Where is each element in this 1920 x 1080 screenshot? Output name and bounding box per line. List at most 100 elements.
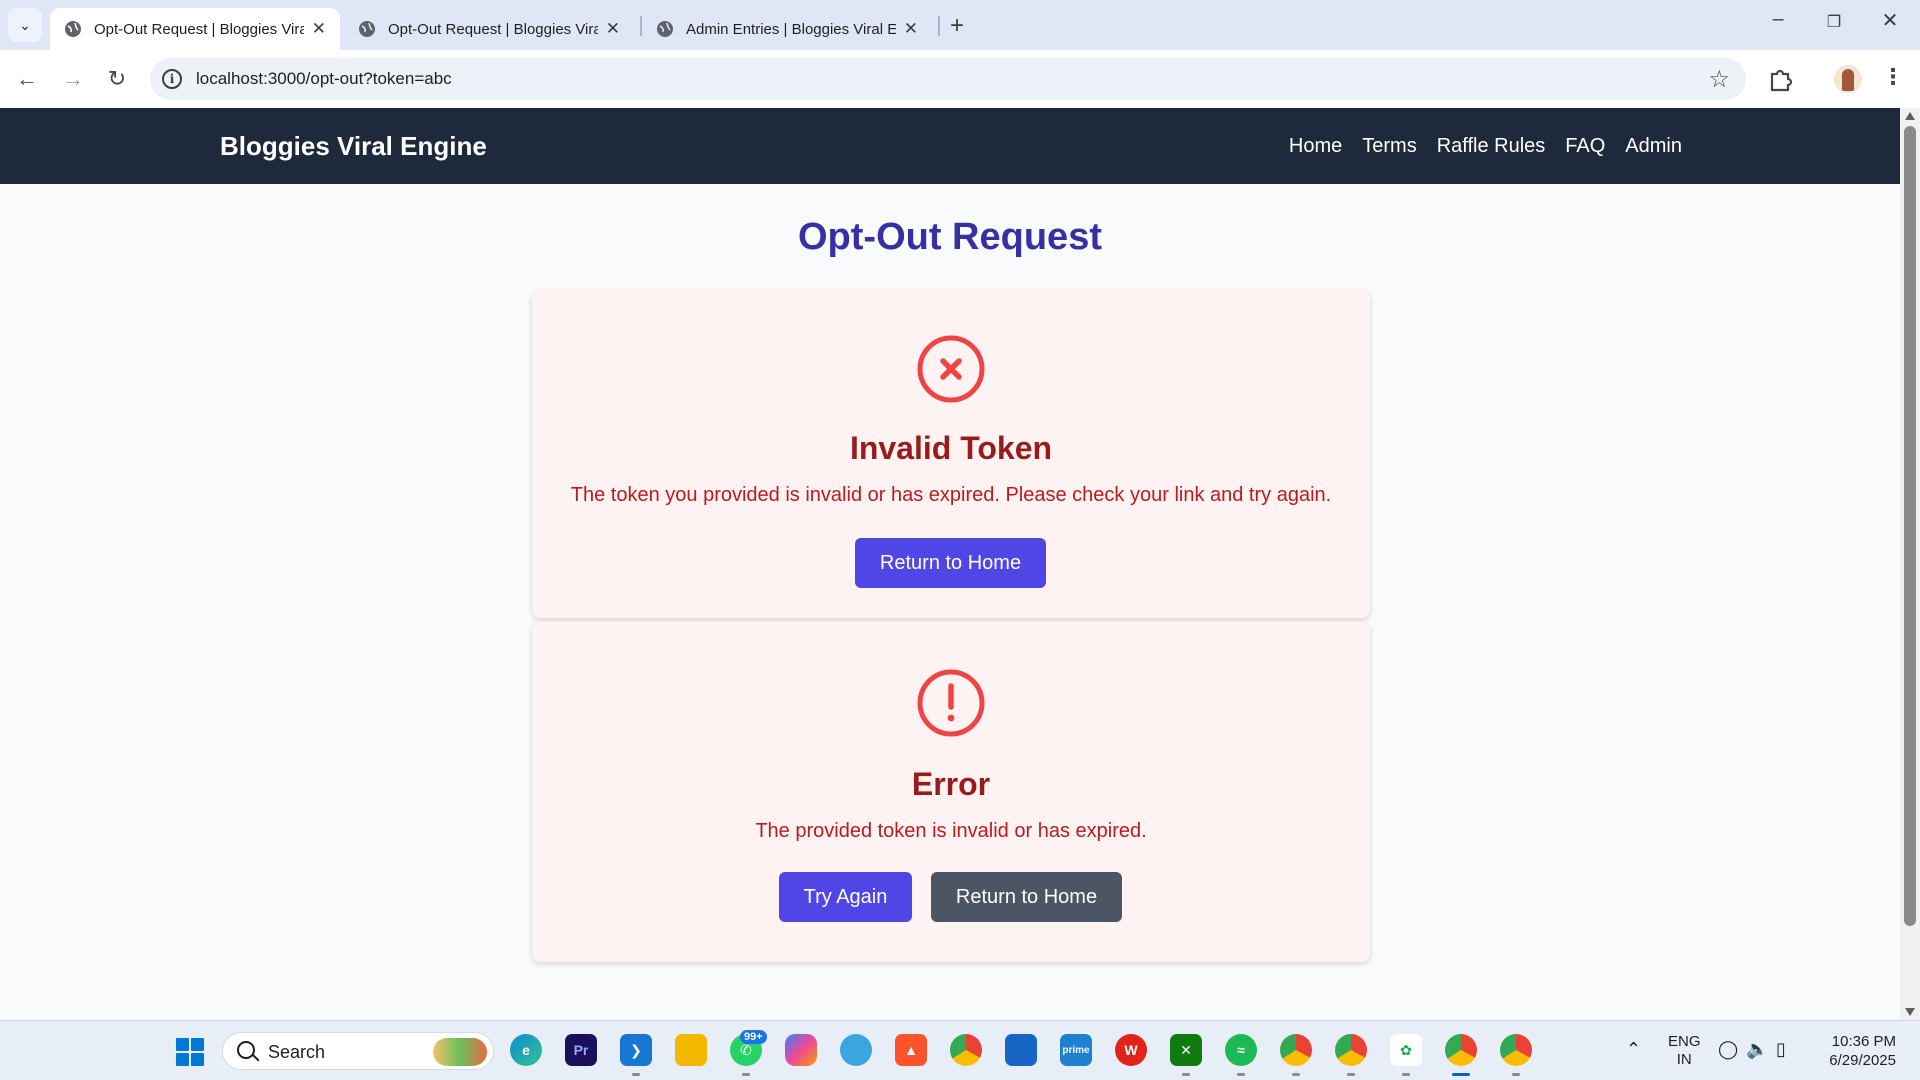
nav-admin[interactable]: Admin [1625,135,1682,158]
bookmark-star-icon[interactable]: ☆ [1708,65,1730,94]
arrow-right-icon: → [62,66,84,91]
page-title: Opt-Out Request [798,216,1102,258]
chrome-profile-b-icon[interactable] [1335,1034,1367,1066]
language-code: ENG [1668,1033,1701,1050]
running-indicator [632,1073,640,1076]
chrome-icon[interactable] [1500,1034,1532,1066]
extensions-puzzle-icon[interactable] [1766,64,1796,94]
page-scrollbar[interactable] [1900,108,1920,1020]
nav-raffle-rules[interactable]: Raffle Rules [1437,135,1546,158]
reload-icon: ↻ [107,66,127,91]
address-bar[interactable]: i localhost:3000/opt-out?token=abc ☆ [150,58,1746,100]
wps-office-icon[interactable]: W [1115,1034,1147,1066]
invalid-token-message: The token you provided is invalid or has… [570,484,1332,506]
microsoft-store-icon[interactable] [1005,1034,1037,1066]
windows-start-icon[interactable] [176,1038,204,1066]
chrome-active-icon[interactable] [1445,1034,1477,1066]
exclamation-circle-icon [917,669,985,737]
return-home-button[interactable]: Return to Home [855,538,1046,588]
brave-icon[interactable]: ▲ [895,1034,927,1066]
close-tab-icon[interactable]: ✕ [904,19,918,39]
browser-tab-strip: ⌄ Opt-Out Request | Bloggies Viral Engin… [0,0,1920,50]
nav-faq[interactable]: FAQ [1565,135,1605,158]
tab-separator [938,16,940,36]
tab-title: Opt-Out Request | Bloggies Viral Engine [388,20,598,38]
battery-icon[interactable]: ▯ [1776,1039,1786,1060]
search-icon [237,1041,255,1059]
arrow-left-icon: ← [16,66,38,91]
windows-taskbar: Search e Pr ❯ ✆ 99+ ▲ prime W ✕ ≈ ✿ ⌃ EN… [0,1020,1920,1080]
edge-icon[interactable]: e [510,1034,542,1066]
globe-icon [657,21,673,37]
running-indicator [1182,1073,1190,1076]
back-button[interactable]: ← [10,62,44,96]
globe-icon [359,21,375,37]
running-indicator [1237,1073,1245,1076]
x-circle-icon [917,335,985,403]
profile-avatar[interactable] [1834,65,1862,93]
forward-button[interactable]: → [56,62,90,96]
close-tab-icon[interactable]: ✕ [606,19,620,39]
running-indicator [1512,1073,1520,1076]
invalid-token-card: Invalid Token The token you provided is … [532,290,1370,618]
tab-title: Admin Entries | Bloggies Viral Engine [686,20,896,38]
tab-opt-out-1[interactable]: Opt-Out Request | Bloggies Viral Engine … [50,8,340,50]
tab-opt-out-2[interactable]: Opt-Out Request | Bloggies Viral Engine … [344,8,634,50]
spotify-icon[interactable]: ≈ [1225,1034,1257,1066]
page-viewport: Bloggies Viral Engine Home Terms Raffle … [0,108,1900,1020]
active-indicator [1452,1073,1470,1076]
return-home-button-secondary[interactable]: Return to Home [931,872,1122,922]
nav-links: Home Terms Raffle Rules FAQ Admin [1289,135,1682,158]
minimize-button[interactable]: – [1758,8,1798,31]
site-brand[interactable]: Bloggies Viral Engine [220,131,487,162]
volume-icon[interactable]: 🔈 [1746,1039,1768,1060]
invalid-token-heading: Invalid Token [849,430,1053,466]
copilot-icon[interactable] [785,1034,817,1066]
taskbar-search[interactable]: Search [222,1032,494,1070]
scroll-up-arrow-icon[interactable] [1905,112,1915,120]
whatsapp-badge: 99+ [740,1030,767,1044]
tab-title: Opt-Out Request | Bloggies Viral Engine [94,20,304,38]
chrome-icon[interactable] [950,1034,982,1066]
region-code: IN [1676,1051,1692,1068]
nav-home[interactable]: Home [1289,135,1342,158]
scroll-down-arrow-icon[interactable] [1905,1008,1915,1016]
restore-button[interactable]: ❐ [1814,12,1854,32]
language-indicator[interactable]: ENG IN [1668,1033,1701,1069]
close-tab-icon[interactable]: ✕ [312,19,326,39]
taskbar-search-label: Search [268,1042,326,1062]
premiere-pro-icon[interactable]: Pr [565,1034,597,1066]
wifi-icon[interactable]: ◯ [1718,1039,1738,1060]
scroll-thumb[interactable] [1904,126,1916,926]
search-highlight-image [433,1038,487,1066]
globe-icon [65,21,81,37]
mongodb-compass-icon[interactable]: ✿ [1390,1034,1422,1066]
running-indicator [1292,1073,1300,1076]
reload-button[interactable]: ↻ [100,62,134,96]
site-info-icon[interactable]: i [162,69,182,89]
browser-menu-icon[interactable]: ⋮ [1882,64,1904,90]
file-explorer-icon[interactable] [675,1034,707,1066]
browser-toolbar: ← → ↻ i localhost:3000/opt-out?token=abc… [0,50,1920,108]
system-clock[interactable]: 10:36 PM 6/29/2025 [1820,1032,1896,1070]
running-indicator [1347,1073,1355,1076]
try-again-button[interactable]: Try Again [779,872,912,922]
prime-video-icon[interactable]: prime [1060,1034,1092,1066]
weather-app-icon[interactable] [840,1034,872,1066]
clock-date: 6/29/2025 [1829,1052,1896,1069]
tab-search-button[interactable]: ⌄ [8,8,42,42]
vscode-icon[interactable]: ❯ [620,1034,652,1066]
clock-time: 10:36 PM [1831,1033,1896,1050]
error-heading: Error [911,766,991,802]
tab-admin-entries[interactable]: Admin Entries | Bloggies Viral Engine ✕ [642,8,932,50]
xbox-icon[interactable]: ✕ [1170,1034,1202,1066]
chrome-profile-a-icon[interactable] [1280,1034,1312,1066]
running-indicator [1402,1073,1410,1076]
chevron-down-icon: ⌄ [19,16,31,33]
error-card: Error The provided token is invalid or h… [532,622,1370,962]
close-window-button[interactable]: ✕ [1870,8,1910,33]
url-text[interactable]: localhost:3000/opt-out?token=abc [196,69,452,89]
show-hidden-icons-chevron[interactable]: ⌃ [1626,1039,1641,1060]
new-tab-button[interactable]: + [950,12,964,40]
nav-terms[interactable]: Terms [1362,135,1416,158]
